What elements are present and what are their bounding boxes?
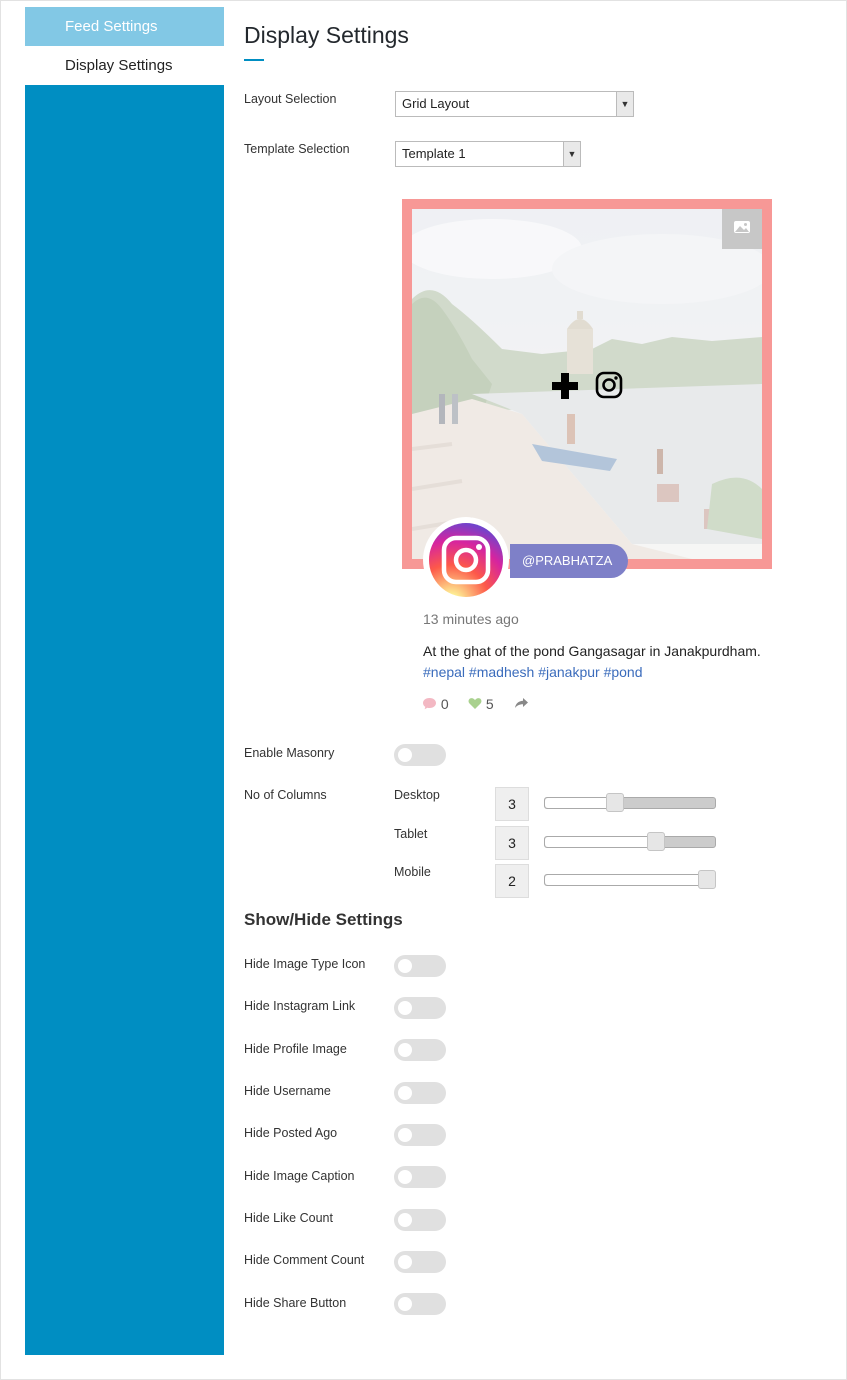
hide-share-button-label: Hide Share Button bbox=[244, 1296, 347, 1310]
slider-handle[interactable] bbox=[606, 793, 624, 812]
masonry-label: Enable Masonry bbox=[244, 746, 335, 760]
template-selection-label: Template Selection bbox=[244, 142, 350, 156]
slider-fill bbox=[545, 875, 707, 885]
hide-image-type-icon-toggle[interactable] bbox=[394, 955, 446, 977]
hide-profile-image-toggle[interactable] bbox=[394, 1039, 446, 1061]
layout-selection-label: Layout Selection bbox=[244, 92, 337, 106]
hide-image-caption-label: Hide Image Caption bbox=[244, 1169, 355, 1183]
template-selection-select[interactable]: Template 1 ▼ bbox=[395, 141, 581, 167]
page-title: Display Settings bbox=[244, 22, 409, 48]
caption-hashtags[interactable]: #nepal #madhesh #janakpur #pond bbox=[423, 664, 643, 680]
image-caption: At the ghat of the pond Gangasagar in Ja… bbox=[423, 641, 763, 683]
profile-image[interactable] bbox=[429, 523, 503, 597]
hide-share-button-toggle[interactable] bbox=[394, 1293, 446, 1315]
desktop-columns-value: 3 bbox=[495, 787, 529, 821]
hide-image-caption-toggle[interactable] bbox=[394, 1166, 446, 1188]
mobile-columns-slider[interactable] bbox=[544, 870, 716, 889]
hide-profile-image-label: Hide Profile Image bbox=[244, 1042, 347, 1056]
heart-icon bbox=[468, 698, 482, 709]
hide-instagram-link-toggle[interactable] bbox=[394, 997, 446, 1019]
slider-handle[interactable] bbox=[647, 832, 665, 851]
preview-image[interactable] bbox=[412, 209, 762, 559]
plus-icon[interactable] bbox=[550, 371, 580, 401]
layout-selection-value: Grid Layout bbox=[402, 96, 470, 111]
slider-handle[interactable] bbox=[698, 870, 716, 889]
username-badge[interactable]: @PRABHATZA bbox=[510, 544, 628, 578]
sidebar-tab-feed-settings[interactable]: Feed Settings bbox=[25, 7, 224, 46]
layout-selection-select[interactable]: Grid Layout ▼ bbox=[395, 91, 634, 117]
hide-comment-count-toggle[interactable] bbox=[394, 1251, 446, 1273]
show-hide-title: Show/Hide Settings bbox=[244, 910, 403, 929]
caption-text: At the ghat of the pond Gangasagar in Ja… bbox=[423, 643, 761, 659]
hide-like-count-toggle[interactable] bbox=[394, 1209, 446, 1231]
hide-like-count-label: Hide Like Count bbox=[244, 1211, 333, 1225]
desktop-columns-slider[interactable] bbox=[544, 793, 716, 812]
instagram-icon[interactable] bbox=[595, 371, 623, 399]
instagram-icon bbox=[441, 535, 491, 585]
hide-posted-ago-toggle[interactable] bbox=[394, 1124, 446, 1146]
slider-fill bbox=[545, 837, 656, 847]
tablet-label: Tablet bbox=[394, 827, 428, 841]
comment-count[interactable]: 0 bbox=[422, 696, 449, 712]
comment-icon bbox=[423, 698, 436, 710]
chevron-down-icon: ▼ bbox=[616, 92, 633, 116]
mobile-label: Mobile bbox=[394, 865, 431, 879]
title-underline bbox=[244, 59, 264, 61]
hide-username-label: Hide Username bbox=[244, 1084, 331, 1098]
preview-photo-illustration bbox=[412, 209, 762, 559]
image-icon bbox=[722, 209, 762, 249]
masonry-toggle[interactable] bbox=[394, 744, 446, 766]
tablet-columns-value: 3 bbox=[495, 826, 529, 860]
hide-comment-count-label: Hide Comment Count bbox=[244, 1253, 365, 1267]
slider-fill bbox=[545, 798, 615, 808]
like-count[interactable]: 5 bbox=[468, 696, 494, 712]
posted-ago: 13 minutes ago bbox=[423, 611, 519, 627]
share-icon bbox=[515, 698, 528, 708]
hide-instagram-link-label: Hide Instagram Link bbox=[244, 999, 356, 1013]
hide-image-type-icon-label: Hide Image Type Icon bbox=[244, 957, 366, 971]
template-selection-value: Template 1 bbox=[402, 146, 466, 161]
sidebar-tab-display-settings[interactable]: Display Settings bbox=[25, 46, 224, 85]
tablet-columns-slider[interactable] bbox=[544, 832, 716, 851]
chevron-down-icon: ▼ bbox=[563, 142, 580, 166]
desktop-label: Desktop bbox=[394, 788, 440, 802]
columns-label: No of Columns bbox=[244, 788, 327, 802]
hide-username-toggle[interactable] bbox=[394, 1082, 446, 1104]
sidebar: Feed Settings Display Settings bbox=[25, 7, 224, 1355]
hide-posted-ago-label: Hide Posted Ago bbox=[244, 1126, 338, 1140]
mobile-columns-value: 2 bbox=[495, 864, 529, 898]
share-button[interactable] bbox=[514, 696, 529, 712]
